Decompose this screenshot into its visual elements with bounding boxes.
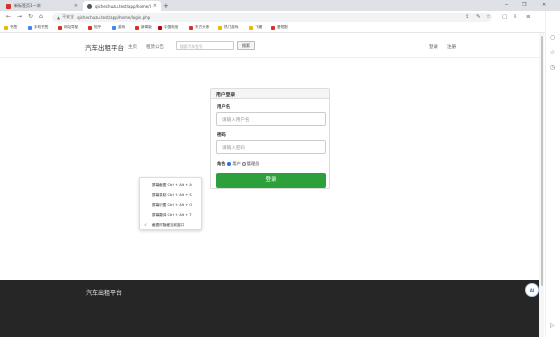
star-icon[interactable]: ☆ bbox=[486, 13, 491, 21]
extensions-icon[interactable]: ▢ bbox=[502, 13, 507, 21]
tab-title: qichechuzu.test/app/home/login.php bbox=[95, 3, 151, 9]
nav-home[interactable]: 主页 bbox=[128, 44, 137, 50]
menu-item-screenshot[interactable]: 屏幕截图 Ctrl + Alt + A bbox=[152, 183, 192, 188]
bookmark-icon bbox=[58, 25, 62, 30]
username-label: 用户名 bbox=[217, 105, 231, 110]
bookmark-item[interactable]: 游戏 bbox=[112, 25, 125, 30]
menu-item-record[interactable]: 屏幕录制 Ctrl + Alt + S bbox=[152, 193, 192, 198]
login-title: 用户登录 bbox=[211, 89, 329, 99]
tab-close-icon[interactable]: × bbox=[74, 3, 78, 9]
share-icon[interactable]: ⇪ bbox=[465, 13, 470, 21]
bookmark-icon bbox=[112, 25, 116, 30]
site-header: 汽车出租平台 主页 租赁公告 搜索汽车型号 搜索 登录 注册 bbox=[0, 34, 539, 58]
bookmark-item[interactable]: 爱短剧 bbox=[271, 25, 288, 30]
downloads-icon[interactable]: ⇩ bbox=[513, 13, 518, 21]
login-panel: 用户登录 用户名 请输入用户名 密码 请输入密码 角色 用户 管理员 登录 bbox=[210, 88, 330, 189]
bookmark-item[interactable]: 中国电信 bbox=[158, 25, 178, 30]
bookmark-item[interactable]: 知乎 bbox=[88, 25, 101, 30]
role-option-user[interactable]: 用户 bbox=[232, 161, 240, 167]
radio-user[interactable] bbox=[227, 162, 232, 166]
url-text: qichechuzu.test/app/home/login.php bbox=[77, 14, 151, 20]
new-tab-button[interactable]: + bbox=[163, 2, 169, 10]
bookmark-item[interactable]: 新闻版 bbox=[135, 25, 152, 30]
bookmark-icon bbox=[218, 25, 222, 30]
bookmark-item[interactable]: 东方头条 bbox=[189, 25, 209, 30]
search-button[interactable]: 搜索 bbox=[237, 41, 255, 50]
bookmark-item[interactable]: 飞猪 bbox=[249, 25, 262, 30]
role-label: 角色 bbox=[217, 161, 226, 166]
bookmarks-bar: 书签 手机书签 网址导航 知乎 游戏 新闻版 中国电信 东方头条 热门游戏 飞猪… bbox=[0, 23, 560, 33]
bookmark-item[interactable]: 书签 bbox=[4, 25, 17, 30]
bookmark-item[interactable]: 手机书签 bbox=[28, 25, 48, 30]
bookmark-item[interactable]: 网址导航 bbox=[58, 25, 78, 30]
browser-toolbar: ← → ↻ ⌂ ▲ 不安全 qichechuzu.test/app/home/l… bbox=[0, 11, 560, 23]
ai-assistant-button[interactable]: AI bbox=[525, 283, 539, 297]
bookmark-star-icon bbox=[4, 25, 8, 30]
login-submit-button[interactable]: 登录 bbox=[216, 173, 326, 188]
role-selector: 角色 用户 管理员 bbox=[217, 161, 259, 167]
sidebar-favorites-icon[interactable]: ☆ bbox=[550, 49, 555, 56]
screenshot-context-menu: 屏幕截图 Ctrl + Alt + A 屏幕录制 Ctrl + Alt + S … bbox=[139, 177, 202, 230]
maximize-window-icon[interactable]: ❐ bbox=[522, 1, 526, 9]
browser-tab-active[interactable]: qichechuzu.test/app/home/login.php × bbox=[83, 1, 161, 11]
site-footer: 汽车出租平台 bbox=[0, 280, 539, 337]
tab-favicon-icon bbox=[87, 3, 92, 9]
tab-title: 新标签页1一浏 bbox=[14, 3, 41, 8]
sidebar-search-icon[interactable]: ○ bbox=[550, 34, 555, 41]
menu-item-recognize[interactable]: 屏幕识图 Ctrl + Alt + O bbox=[152, 203, 192, 208]
bookmark-icon bbox=[28, 25, 32, 30]
password-field[interactable]: 请输入密码 bbox=[216, 140, 326, 154]
menu-item-hide-window[interactable]: 截图时隐藏当前窗口 bbox=[152, 223, 184, 228]
menu-icon[interactable]: ≡ bbox=[526, 13, 531, 21]
scrollbar-thumb[interactable] bbox=[541, 36, 543, 286]
tab-close-icon[interactable]: × bbox=[153, 3, 157, 9]
warning-icon: ▲ bbox=[57, 14, 61, 20]
site-brand[interactable]: 汽车出租平台 bbox=[85, 42, 124, 52]
bookmark-icon bbox=[158, 25, 162, 30]
tab-favicon-icon bbox=[6, 3, 11, 9]
login-link[interactable]: 登录 bbox=[429, 44, 438, 50]
forward-icon[interactable]: → bbox=[17, 13, 22, 21]
bookmark-icon bbox=[271, 25, 275, 30]
bookmark-icon bbox=[135, 25, 139, 30]
back-icon[interactable]: ← bbox=[6, 13, 11, 21]
reload-icon[interactable]: ↻ bbox=[28, 13, 33, 21]
username-field[interactable]: 请输入用户名 bbox=[216, 112, 326, 126]
bookmark-icon bbox=[189, 25, 193, 30]
minimize-window-icon[interactable]: ─ bbox=[505, 1, 508, 9]
bookmark-item[interactable]: 热门游戏 bbox=[218, 25, 238, 30]
bookmark-icon bbox=[249, 25, 253, 30]
address-bar[interactable]: ▲ 不安全 qichechuzu.test/app/home/login.php bbox=[52, 12, 492, 22]
sidebar-collapse-icon[interactable]: ▷ bbox=[550, 322, 555, 329]
password-label: 密码 bbox=[217, 133, 226, 138]
browser-side-panel: ○ ☆ ◷ ▷ bbox=[545, 11, 560, 337]
sidebar-history-icon[interactable]: ◷ bbox=[550, 64, 555, 71]
register-link[interactable]: 注册 bbox=[447, 44, 456, 50]
menu-item-translate[interactable]: 屏幕翻译 Ctrl + Alt + T bbox=[152, 213, 192, 218]
browser-tab[interactable]: 新标签页1一浏 × bbox=[2, 1, 82, 11]
role-option-admin[interactable]: 管理员 bbox=[247, 161, 260, 167]
bookmark-icon bbox=[88, 25, 92, 30]
search-input[interactable]: 搜索汽车型号 bbox=[176, 41, 234, 50]
home-icon[interactable]: ⌂ bbox=[39, 13, 43, 21]
footer-brand: 汽车出租平台 bbox=[86, 290, 123, 297]
insecure-label: 不安全 bbox=[62, 14, 75, 19]
check-icon: ✓ bbox=[144, 222, 148, 227]
nav-announcements[interactable]: 租赁公告 bbox=[146, 44, 164, 50]
translate-icon[interactable]: ✎ bbox=[476, 13, 481, 21]
browser-tab-bar: 新标签页1一浏 × qichechuzu.test/app/home/login… bbox=[0, 0, 560, 11]
radio-admin[interactable] bbox=[241, 162, 246, 166]
close-window-icon[interactable]: ✕ bbox=[542, 1, 546, 9]
